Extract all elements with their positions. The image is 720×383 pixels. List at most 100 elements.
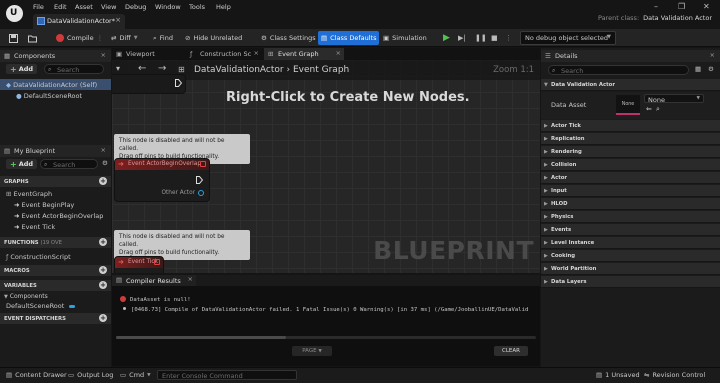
- section-variables[interactable]: VARIABLES +: [0, 280, 111, 291]
- simulation-button[interactable]: ▣ Simulation: [380, 31, 430, 45]
- page-select[interactable]: PAGE ▼: [292, 346, 332, 356]
- settings-icon[interactable]: ⚙: [102, 159, 108, 167]
- section-actor-tick[interactable]: ▶ Actor Tick: [541, 120, 720, 132]
- component-item-self[interactable]: ◆ DataValidationActor (Self): [0, 79, 111, 90]
- add-variable-icon[interactable]: +: [99, 281, 107, 289]
- add-function-icon[interactable]: +: [99, 238, 107, 246]
- event-actor-begin-overlap-node[interactable]: ➜ Event ActorBeginOverlap Other Actor: [114, 158, 210, 202]
- event-tick-node[interactable]: ➜ Event Tick: [114, 256, 164, 273]
- close-window-icon[interactable]: ✕: [703, 2, 710, 11]
- step-button[interactable]: ▶|: [455, 31, 469, 45]
- tab-event-graph[interactable]: ⊞ Event Graph ×: [264, 48, 344, 60]
- graph-item-beginplay[interactable]: ➜ Event BeginPlay: [0, 199, 111, 210]
- menu-file[interactable]: File: [33, 3, 44, 11]
- breadcrumb-graph[interactable]: Event Graph: [293, 65, 349, 75]
- menu-window[interactable]: Window: [155, 3, 181, 11]
- section-graphs[interactable]: GRAPHS +: [0, 176, 111, 187]
- property-matrix-icon[interactable]: ▦: [695, 65, 701, 73]
- section-collision[interactable]: ▶ Collision: [541, 159, 720, 171]
- minimize-icon[interactable]: –: [654, 2, 658, 11]
- compile-button[interactable]: Compile ⋮: [53, 31, 106, 45]
- horizontal-scrollbar[interactable]: [116, 336, 536, 339]
- diff-button[interactable]: ⇄ Diff ▼: [108, 31, 141, 45]
- section-cooking[interactable]: ▶ Cooking: [541, 250, 720, 262]
- debug-object-select[interactable]: No debug object selected ▼: [520, 31, 616, 45]
- section-macros[interactable]: MACROS +: [0, 265, 111, 276]
- add-macro-icon[interactable]: +: [99, 266, 107, 274]
- close-panel-icon[interactable]: ×: [710, 51, 715, 59]
- asset-thumbnail[interactable]: None: [616, 95, 640, 115]
- compiler-message-error[interactable]: DataAsset is null!: [120, 296, 191, 303]
- close-tab-icon[interactable]: ×: [254, 49, 259, 57]
- component-item-root[interactable]: ● DefaultSceneRoot: [0, 90, 111, 101]
- close-tab-icon[interactable]: ×: [115, 16, 121, 24]
- cmd-select[interactable]: ▭ Cmd ▼: [120, 371, 151, 379]
- add-graph-icon[interactable]: +: [99, 177, 107, 185]
- tab-construction-script[interactable]: ƒ Construction Sc ×: [186, 48, 262, 60]
- play-button[interactable]: ▶: [440, 31, 453, 45]
- data-asset-picker[interactable]: None ▼: [644, 94, 704, 104]
- stop-button[interactable]: ■: [488, 31, 501, 45]
- class-defaults-button[interactable]: ▤ Class Defaults: [318, 31, 380, 45]
- scrollbar-thumb[interactable]: [116, 336, 286, 339]
- menu-tools[interactable]: Tools: [189, 3, 205, 11]
- browse-button[interactable]: [25, 31, 40, 45]
- graph-item-eventgraph[interactable]: ⊞ EventGraph: [0, 188, 111, 199]
- delegate-pin-icon[interactable]: [154, 259, 160, 265]
- section-actor[interactable]: ▶ Actor: [541, 172, 720, 184]
- find-button[interactable]: ⌕ Find: [150, 31, 176, 45]
- section-rendering[interactable]: ▶ Rendering: [541, 146, 720, 158]
- exec-pin-icon[interactable]: [196, 176, 203, 184]
- delegate-pin-icon[interactable]: [200, 161, 206, 167]
- save-button[interactable]: [6, 31, 21, 45]
- hide-unrelated-button[interactable]: ⊘ Hide Unrelated: [182, 31, 245, 45]
- clear-button[interactable]: CLEAR: [494, 346, 528, 356]
- components-search-input[interactable]: ⌕ Search: [44, 64, 104, 74]
- tab-viewport[interactable]: ▣ Viewport: [112, 48, 182, 60]
- graph-item-overlap[interactable]: ➜ Event ActorBeginOverlap: [0, 210, 111, 221]
- close-tab-icon[interactable]: ×: [336, 49, 341, 57]
- graph-item-tick[interactable]: ➜ Event Tick: [0, 221, 111, 232]
- event-graph-canvas[interactable]: ▾ ← → ⊞ DataValidationActor › Event Grap…: [112, 60, 540, 273]
- unreal-logo-icon[interactable]: U: [6, 5, 23, 22]
- section-data-validation-actor[interactable]: ▼ Data Validation Actor: [541, 79, 720, 91]
- menu-help[interactable]: Help: [216, 3, 231, 11]
- menu-asset[interactable]: Asset: [75, 3, 93, 11]
- settings-icon[interactable]: ⚙: [708, 65, 714, 73]
- compiler-message-summary[interactable]: [0468.73] Compile of DataValidationActor…: [123, 307, 528, 313]
- section-events[interactable]: ▶ Events: [541, 224, 720, 236]
- section-functions[interactable]: FUNCTIONS (19 OVE +: [0, 237, 111, 248]
- section-hlod[interactable]: ▶ HLOD: [541, 198, 720, 210]
- add-component-button[interactable]: + Add: [6, 64, 38, 74]
- offscreen-node[interactable]: [112, 74, 186, 94]
- graph-options-icon[interactable]: ▾: [116, 64, 120, 73]
- output-log-button[interactable]: ▭ Output Log: [68, 371, 113, 379]
- close-tab-icon[interactable]: ×: [188, 275, 193, 283]
- section-input[interactable]: ▶ Input: [541, 185, 720, 197]
- object-pin-icon[interactable]: [198, 190, 204, 196]
- section-data-layers[interactable]: ▶ Data Layers: [541, 276, 720, 288]
- use-selected-icon[interactable]: ⇐: [646, 105, 652, 113]
- class-settings-button[interactable]: ⚙ Class Settings: [258, 31, 319, 45]
- forward-arrow-icon[interactable]: →: [158, 63, 166, 74]
- tab-compiler-results[interactable]: ▤ Compiler Results ×: [112, 275, 196, 286]
- function-item-construction[interactable]: ƒ ConstructionScript: [0, 251, 111, 262]
- variable-item-root[interactable]: DefaultSceneRoot: [0, 300, 111, 311]
- add-dispatcher-icon[interactable]: +: [99, 314, 107, 322]
- my-blueprint-search-input[interactable]: ⌕ Search: [40, 159, 98, 169]
- section-replication[interactable]: ▶ Replication: [541, 133, 720, 145]
- add-member-button[interactable]: + Add: [6, 159, 38, 169]
- breadcrumb-asset[interactable]: DataValidationActor: [194, 65, 284, 75]
- menu-edit[interactable]: Edit: [54, 3, 67, 11]
- close-panel-icon[interactable]: ×: [101, 51, 106, 59]
- menu-debug[interactable]: Debug: [125, 3, 146, 11]
- section-physics[interactable]: ▶ Physics: [541, 211, 720, 223]
- maximize-icon[interactable]: ❐: [678, 2, 685, 11]
- content-drawer-button[interactable]: ▤ Content Drawer: [6, 371, 67, 379]
- details-search-input[interactable]: ⌕ Search: [548, 65, 689, 75]
- section-level-instance[interactable]: ▶ Level Instance: [541, 237, 720, 249]
- compile-options-icon[interactable]: ⋮: [97, 34, 104, 42]
- browse-asset-icon[interactable]: ⌕: [656, 105, 660, 114]
- asset-tab[interactable]: DataValidationActor* ×: [33, 14, 125, 29]
- back-arrow-icon[interactable]: ←: [138, 63, 146, 74]
